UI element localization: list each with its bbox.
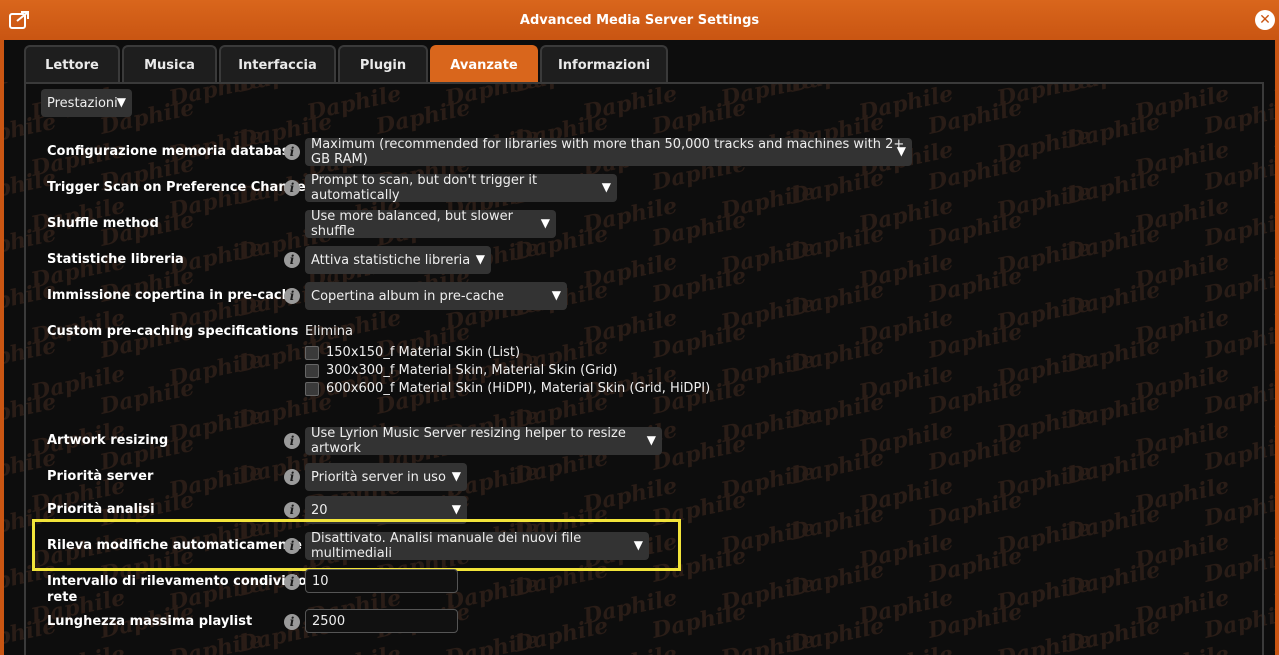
info-icon[interactable]: i <box>284 502 300 518</box>
artwork-resizing-label: Artwork resizing <box>47 433 169 448</box>
precache-cover-label: Immissione copertina in pre-cache <box>47 288 300 303</box>
title-bar: Advanced Media Server Settings ✕ <box>0 0 1279 40</box>
tab-musica[interactable]: Musica <box>122 45 217 83</box>
chevron-down-icon: ▼ <box>551 288 561 302</box>
library-stats-select[interactable]: Attiva statistiche libreria ▼ <box>305 246 491 274</box>
tab-interfaccia[interactable]: Interfaccia <box>219 45 336 83</box>
tab-informazioni[interactable]: Informazioni <box>540 45 668 83</box>
delete-column-header: Elimina <box>305 324 353 339</box>
server-priority-label: Priorità server <box>47 469 154 484</box>
precache-option-label: 150x150_f Material Skin (List) <box>326 345 521 360</box>
highlight-box <box>32 519 681 571</box>
playlist-max-input[interactable]: 2500 <box>305 609 458 633</box>
section-select-value: Prestazioni <box>47 95 118 111</box>
chevron-down-icon: ▼ <box>540 216 550 230</box>
chevron-down-icon: ▼ <box>451 469 461 483</box>
tab-avanzate[interactable]: Avanzate <box>430 45 538 83</box>
precache-option-row: 300x300_f Material Skin, Material Skin (… <box>305 363 618 378</box>
trigger-scan-value: Prompt to scan, but don't trigger it aut… <box>311 173 538 203</box>
playlist-max-label: Lunghezza massima playlist <box>47 614 253 629</box>
precache-option-label: 600x600_f Material Skin (HiDPI), Materia… <box>326 381 711 396</box>
precache-option-row: 600x600_f Material Skin (HiDPI), Materia… <box>305 381 710 396</box>
trigger-scan-label: Trigger Scan on Preference Changes <box>47 180 314 195</box>
chevron-down-icon: ▼ <box>475 252 485 266</box>
scan-priority-value: 20 <box>311 502 328 518</box>
export-icon[interactable] <box>8 9 30 31</box>
chevron-down-icon: ▼ <box>601 180 611 194</box>
trigger-scan-select[interactable]: Prompt to scan, but don't trigger it aut… <box>305 173 617 203</box>
precache-cover-select[interactable]: Copertina album in pre-cache ▼ <box>305 282 567 310</box>
close-icon[interactable]: ✕ <box>1255 10 1275 30</box>
artwork-resizing-select[interactable]: Use Lyrion Music Server resizing helper … <box>305 426 662 456</box>
info-icon[interactable]: i <box>284 180 300 196</box>
info-icon[interactable]: i <box>284 252 300 268</box>
section-select[interactable]: Prestazioni ▼ <box>41 89 132 117</box>
checkbox[interactable] <box>305 345 319 360</box>
db-memory-label: Configurazione memoria database <box>47 144 299 159</box>
scan-priority-label: Priorità analisi <box>47 502 155 517</box>
shuffle-value: Use more balanced, but slower shuffle <box>311 209 513 239</box>
precache-option-row: 150x150_f Material Skin (List) <box>305 345 520 360</box>
chevron-down-icon: ▼ <box>451 502 461 516</box>
window-title: Advanced Media Server Settings <box>519 12 760 28</box>
info-icon[interactable]: i <box>284 469 300 485</box>
tab-lettore[interactable]: Lettore <box>24 45 120 83</box>
network-interval-label-line2: rete <box>47 590 78 605</box>
server-priority-select[interactable]: Priorità server in uso ▼ <box>305 463 467 491</box>
shuffle-select[interactable]: Use more balanced, but slower shuffle ▼ <box>305 209 556 239</box>
shuffle-label: Shuffle method <box>47 216 159 231</box>
checkbox[interactable] <box>305 381 319 396</box>
info-icon[interactable]: i <box>284 614 300 630</box>
library-stats-value: Attiva statistiche libreria <box>311 252 471 268</box>
artwork-resizing-value: Use Lyrion Music Server resizing helper … <box>311 426 626 456</box>
precache-option-label: 300x300_f Material Skin, Material Skin (… <box>326 363 618 378</box>
info-icon[interactable]: i <box>284 144 300 160</box>
precache-cover-value: Copertina album in pre-cache <box>311 288 505 304</box>
library-stats-label: Statistiche libreria <box>47 252 184 267</box>
info-icon[interactable]: i <box>284 433 300 449</box>
chevron-down-icon: ▼ <box>116 95 126 109</box>
info-icon[interactable]: i <box>284 574 300 590</box>
custom-precache-label: Custom pre-caching specifications <box>47 324 299 339</box>
network-interval-input[interactable]: 10 <box>305 569 458 593</box>
tab-plugin[interactable]: Plugin <box>338 45 428 83</box>
server-priority-value: Priorità server in uso <box>311 469 446 485</box>
db-memory-value: Maximum (recommended for libraries with … <box>311 137 905 167</box>
checkbox[interactable] <box>305 363 319 378</box>
chevron-down-icon: ▼ <box>896 144 906 158</box>
info-icon[interactable]: i <box>284 288 300 304</box>
chevron-down-icon: ▼ <box>646 433 656 447</box>
db-memory-select[interactable]: Maximum (recommended for libraries with … <box>305 137 912 167</box>
network-interval-label: Intervallo di rilevamento condivisione r… <box>47 574 325 606</box>
tab-bar: Lettore Musica Interfaccia Plugin Avanza… <box>24 45 670 83</box>
